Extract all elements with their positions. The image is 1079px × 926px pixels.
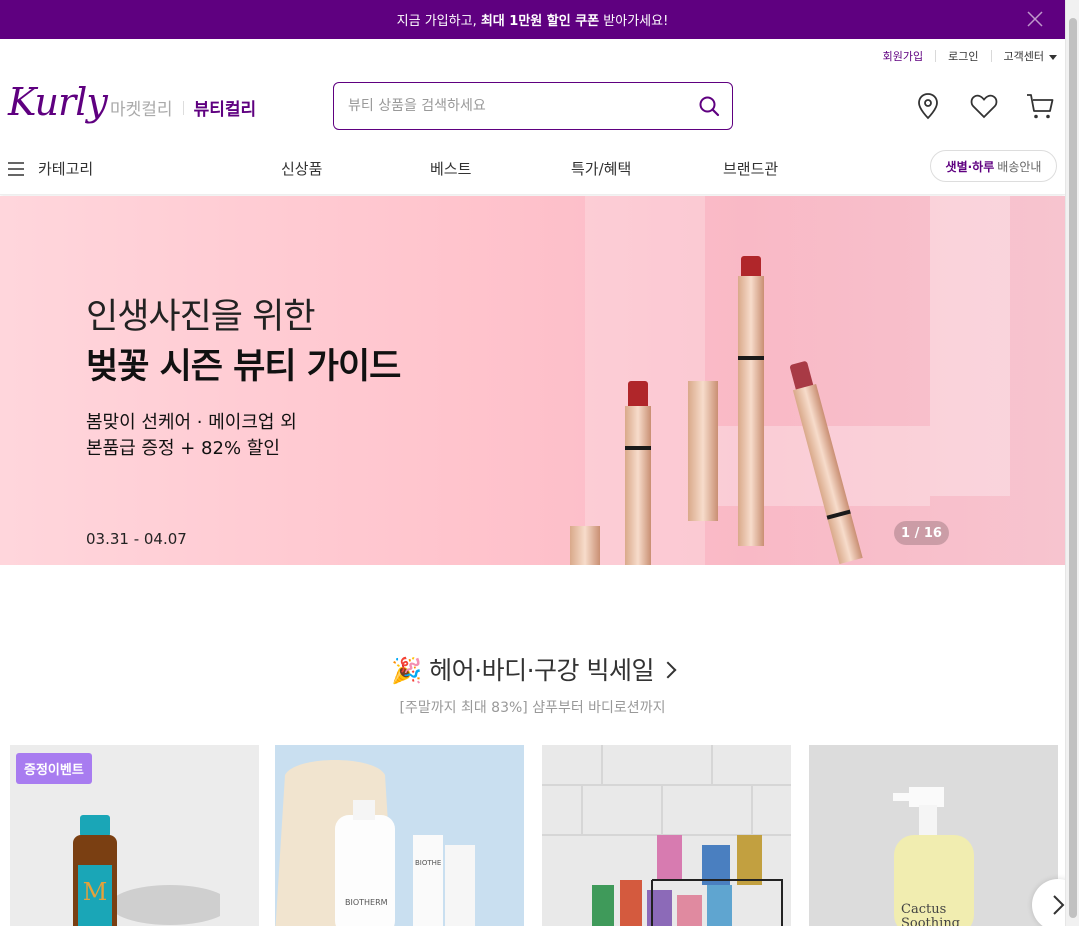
product-card[interactable]: M 증정이벤트 [10, 745, 259, 926]
party-icon: 🎉 [391, 656, 422, 685]
promo-text: 지금 가입하고, 최대 1만원 할인 쿠폰 받아가세요! [396, 14, 669, 29]
hero-desc-line1: 봄맞이 선케어 · 메이크업 외 [86, 412, 297, 433]
chevron-right-icon [659, 661, 677, 679]
divider [182, 100, 184, 115]
svg-text:BIOTHERM: BIOTHERM [345, 898, 388, 907]
slide-counter: 1 / 16 [894, 521, 949, 545]
search-box [333, 82, 733, 130]
event-badge: 증정이벤트 [16, 753, 92, 784]
nav-brands[interactable]: 브랜드관 [723, 158, 778, 179]
section-title[interactable]: 🎉 헤어·바디·구강 빅세일 [0, 651, 1065, 687]
product-image: Cactus Soothing [893, 787, 974, 926]
hero-banner[interactable]: 인생사진을 위한 벚꽃 시즌 뷰티 가이드 봄맞이 선케어 · 메이크업 외 본… [0, 196, 1065, 565]
location-icon[interactable] [913, 91, 943, 121]
caret-down-icon [1049, 54, 1057, 60]
scrollbar-thumb[interactable] [1069, 18, 1077, 918]
nav-deals[interactable]: 특가/혜택 [571, 158, 631, 179]
category-menu[interactable]: 카테고리 [8, 158, 93, 179]
gnb: 카테고리 신상품 베스트 특가/혜택 브랜드관 샛별·하루 배송안내 [0, 140, 1065, 195]
product-card[interactable]: BIOTHERM BIOTHE [275, 745, 524, 926]
kurly-logo[interactable]: Kurly [8, 80, 108, 124]
product-image [542, 745, 791, 926]
hero-title-line1: 인생사진을 위한 [86, 297, 316, 337]
product-card[interactable] [542, 745, 791, 926]
heart-icon[interactable] [969, 91, 999, 121]
product-card[interactable]: Cactus Soothing [809, 745, 1058, 926]
hero-desc-line2: 본품급 증정 + 82% 할인 [86, 438, 280, 459]
divider [935, 50, 937, 62]
category-label: 카테고리 [38, 160, 94, 178]
svg-text:Soothing: Soothing [901, 916, 960, 926]
nav-best[interactable]: 베스트 [430, 158, 471, 179]
svg-text:M: M [83, 878, 108, 906]
hamburger-icon [8, 161, 24, 176]
section-subtitle: [주말까지 최대 83%] 샴푸부터 바디로션까지 [399, 700, 666, 716]
util-links: 회원가입 로그인 고객센터 [883, 48, 1057, 64]
cart-icon[interactable] [1025, 91, 1055, 121]
nav-new[interactable]: 신상품 [281, 158, 322, 179]
divider [990, 50, 992, 62]
delivery-label: 배송안내 [997, 159, 1042, 174]
signup-link[interactable]: 회원가입 [883, 48, 923, 64]
svg-text:Cactus: Cactus [901, 902, 946, 917]
shop-tabs: 마켓컬리 뷰티컬리 [110, 95, 256, 120]
product-image: BIOTHERM BIOTHE [275, 760, 475, 926]
search-icon[interactable] [698, 95, 720, 117]
product-image: M [73, 815, 220, 926]
svg-text:BIOTHE: BIOTHE [415, 859, 441, 867]
close-icon[interactable] [1025, 9, 1045, 29]
lipstick-illustration [570, 256, 863, 565]
customer-center-link[interactable]: 고객센터 [1004, 48, 1057, 64]
tab-market-kurly[interactable]: 마켓컬리 [110, 95, 173, 120]
login-link[interactable]: 로그인 [948, 48, 978, 64]
delivery-highlight: 샛별·하루 [945, 159, 995, 174]
hero-date: 03.31 - 04.07 [86, 530, 187, 548]
page-scrollbar[interactable] [1065, 0, 1079, 926]
hero-title-line2: 벚꽃 시즌 뷰티 가이드 [86, 347, 401, 387]
delivery-info-button[interactable]: 샛별·하루 배송안내 [930, 150, 1057, 182]
promo-bar[interactable]: 지금 가입하고, 최대 1만원 할인 쿠폰 받아가세요! [0, 0, 1065, 39]
search-input[interactable] [334, 83, 674, 129]
section-title-text: 헤어·바디·구강 빅세일 [429, 656, 654, 685]
tab-beauty-kurly[interactable]: 뷰티컬리 [194, 95, 257, 120]
